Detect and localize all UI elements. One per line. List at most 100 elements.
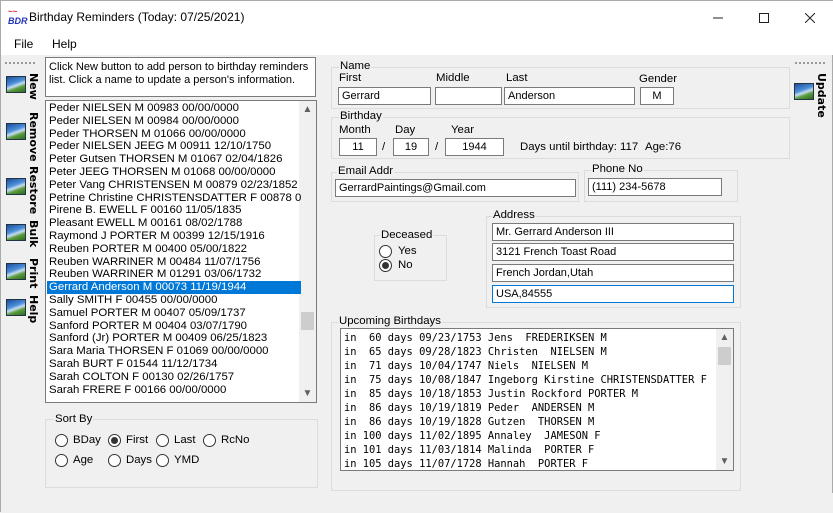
- sort-first-radio[interactable]: [108, 434, 121, 447]
- year-field[interactable]: 1944: [445, 138, 504, 156]
- gender-label: Gender: [639, 73, 677, 85]
- list-item[interactable]: Peder NIELSEN M 00983 00/00/0000: [49, 102, 301, 115]
- list-item[interactable]: Sanford PORTER M 00404 03/07/1790: [49, 320, 301, 333]
- first-name-field[interactable]: Gerrard: [338, 87, 431, 105]
- email-field[interactable]: GerrardPaintings@Gmail.com: [335, 179, 576, 197]
- sort-by-label: Sort By: [54, 413, 94, 425]
- sort-bday-label: BDay: [73, 434, 101, 446]
- list-item[interactable]: Peter JEEG THORSEN M 01068 00/00/0000: [49, 166, 301, 179]
- upcoming-birthdays-textbox[interactable]: ▲ ▼ in 60 days 09/23/1753 Jens FREDERIKS…: [340, 328, 734, 471]
- deceased-no-label: No: [398, 259, 413, 271]
- restore-button[interactable]: Restore: [3, 166, 40, 214]
- scroll-down-icon[interactable]: ▼: [716, 453, 733, 470]
- title-bar: ~~ BDR Birthday Reminders (Today: 07/25/…: [1, 1, 833, 33]
- photo-icon: [6, 76, 26, 93]
- scroll-down-icon[interactable]: ▼: [299, 385, 316, 402]
- list-item[interactable]: Peter Gutsen THORSEN M 01067 02/04/1826: [49, 153, 301, 166]
- menu-file[interactable]: File: [14, 37, 33, 51]
- deceased-label: Deceased: [380, 229, 434, 241]
- print-button[interactable]: Print: [3, 258, 40, 292]
- list-item[interactable]: Peder THORSEN M 01066 00/00/0000: [49, 128, 301, 141]
- sort-ymd-radio[interactable]: [156, 454, 169, 467]
- right-toolbar-grip: [795, 62, 825, 64]
- address-line-3[interactable]: French Jordan,Utah: [492, 264, 734, 282]
- scroll-up-icon[interactable]: ▲: [716, 329, 733, 346]
- app-window: ~~ BDR Birthday Reminders (Today: 07/25/…: [0, 0, 833, 513]
- address-label: Address: [492, 209, 536, 221]
- remove-button[interactable]: Remove: [3, 112, 40, 162]
- sort-rcno-radio[interactable]: [203, 434, 216, 447]
- photo-icon: [794, 83, 814, 100]
- address-line-1[interactable]: Mr. Gerrard Anderson III: [492, 223, 734, 241]
- list-item[interactable]: Raymond J PORTER M 00399 12/15/1916: [49, 230, 301, 243]
- menu-help[interactable]: Help: [52, 37, 77, 51]
- left-toolbar-grip: [5, 62, 35, 64]
- status-bar: [1, 493, 833, 513]
- people-listbox[interactable]: ▲ ▼ Peder NIELSEN M 00983 00/00/0000 Pede…: [45, 100, 317, 403]
- list-item[interactable]: Sara Maria THORSEN F 01069 00/00/0000: [49, 345, 301, 358]
- maximize-button[interactable]: [741, 1, 787, 33]
- days-until-birthday: Days until birthday: 117: [520, 141, 639, 153]
- sort-last-radio[interactable]: [156, 434, 169, 447]
- list-item[interactable]: Sally SMITH F 00455 00/00/0000: [49, 294, 301, 307]
- last-name-label: Last: [506, 72, 528, 84]
- list-item[interactable]: Reuben PORTER M 00400 05/00/1822: [49, 243, 301, 256]
- list-item[interactable]: Peder NIELSEN M 00984 00/00/0000: [49, 115, 301, 128]
- photo-icon: [6, 263, 26, 280]
- scroll-up-icon[interactable]: ▲: [299, 101, 316, 118]
- deceased-yes-radio[interactable]: [379, 245, 392, 258]
- update-button[interactable]: Update: [791, 73, 828, 123]
- upcoming-label: Upcoming Birthdays: [338, 315, 442, 327]
- last-name-field[interactable]: Anderson: [504, 87, 635, 105]
- deceased-no-radio[interactable]: [379, 259, 392, 272]
- age-text: Age:76: [645, 141, 682, 153]
- list-item[interactable]: Samuel PORTER M 00407 05/09/1737: [49, 307, 301, 320]
- gender-field[interactable]: M: [640, 87, 674, 105]
- upcoming-line: in 75 days 10/08/1847 Ingeborg Kirstine …: [344, 374, 707, 386]
- day-field[interactable]: 19: [393, 138, 429, 156]
- list-item[interactable]: Reuben WARRINER M 01291 03/06/1732: [49, 268, 301, 281]
- middle-name-field[interactable]: [435, 87, 502, 105]
- list-item[interactable]: Pirene B. EWELL F 00160 11/05/1835: [49, 204, 301, 217]
- list-item[interactable]: Peter Vang CHRISTENSEN M 00879 02/23/185…: [49, 179, 301, 192]
- list-item[interactable]: Petrine Christine CHRISTENSDATTER F 0087…: [49, 192, 301, 205]
- address-line-4[interactable]: USA,84555: [492, 285, 734, 303]
- photo-icon: [6, 299, 26, 316]
- maximize-icon: [759, 12, 769, 23]
- bulk-button[interactable]: Bulk: [3, 220, 40, 256]
- list-item[interactable]: Pleasant EWELL M 00161 08/02/1788: [49, 217, 301, 230]
- photo-icon: [6, 178, 26, 195]
- scroll-thumb[interactable]: [301, 312, 314, 330]
- new-button[interactable]: New: [3, 73, 40, 111]
- first-name-label: First: [339, 72, 362, 84]
- list-item[interactable]: Sarah BURT F 01544 11/12/1734: [49, 358, 301, 371]
- list-item[interactable]: Sarah COLTON F 00130 02/26/1757: [49, 371, 301, 384]
- help-button[interactable]: Help: [3, 295, 40, 329]
- minimize-button[interactable]: [695, 1, 741, 33]
- month-field[interactable]: 11: [339, 138, 377, 156]
- upcoming-scrollbar[interactable]: ▲ ▼: [716, 329, 733, 470]
- sort-age-radio[interactable]: [55, 454, 68, 467]
- deceased-yes-label: Yes: [398, 245, 417, 257]
- close-button[interactable]: [787, 1, 833, 33]
- minimize-icon: [713, 17, 723, 19]
- scroll-thumb[interactable]: [718, 347, 731, 365]
- upcoming-line: in 101 days 11/03/1814 Malinda PORTER F: [344, 444, 595, 456]
- deceased-group: [374, 235, 447, 281]
- phone-field[interactable]: (111) 234-5678: [588, 178, 722, 196]
- list-item[interactable]: Sanford (Jr) PORTER M 00409 06/25/1823: [49, 332, 301, 345]
- sort-bday-radio[interactable]: [55, 434, 68, 447]
- address-line-2[interactable]: 3121 French Toast Road: [492, 243, 734, 261]
- sort-age-label: Age: [73, 454, 94, 466]
- people-list-scrollbar[interactable]: ▲ ▼: [299, 101, 316, 402]
- list-item[interactable]: Reuben WARRINER M 00484 11/07/1756: [49, 256, 301, 269]
- list-item[interactable]: Peder NIELSEN JEEG M 00911 12/10/1750: [49, 140, 301, 153]
- list-item[interactable]: Sarah FRERE F 00166 00/00/0000: [49, 384, 301, 397]
- name-group-label: Name: [339, 60, 372, 72]
- email-label: Email Addr: [337, 165, 395, 177]
- sort-days-radio[interactable]: [108, 454, 121, 467]
- list-item-selected[interactable]: Gerrard Anderson M 00073 11/19/1944: [47, 281, 301, 295]
- upcoming-line: in 86 days 10/19/1819 Peder ANDERSEN M: [344, 402, 595, 414]
- sort-last-label: Last: [174, 434, 196, 446]
- birthday-group-label: Birthday: [339, 110, 383, 122]
